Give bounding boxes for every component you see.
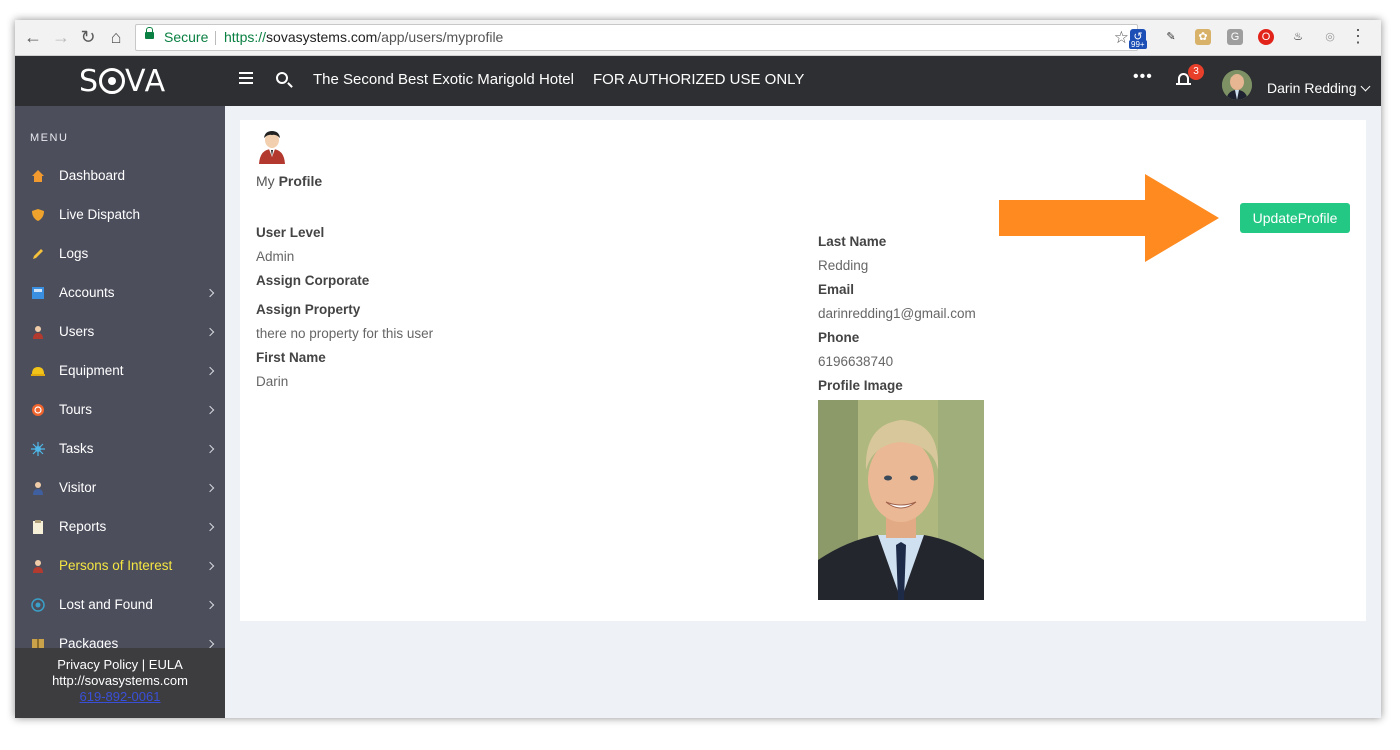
home-icon[interactable]: ⌂: [106, 27, 126, 47]
sidebar-item-dashboard[interactable]: Dashboard: [15, 157, 225, 196]
secure-label: Secure: [164, 29, 209, 45]
browser-toolbar: ← → ↻ ⌂ Secure https://sovasystems.com/a…: [15, 20, 1381, 56]
mask-icon[interactable]: ◎: [1322, 29, 1338, 45]
sidebar: MENU Dashboard Live Dispatch Logs Accoun…: [15, 106, 225, 718]
browser-menu-icon[interactable]: ⋮: [1349, 26, 1367, 46]
page-title: My Profile: [256, 173, 323, 189]
sidebar-item-live-dispatch[interactable]: Live Dispatch: [15, 196, 225, 235]
chevron-right-icon: [205, 561, 215, 571]
pencil-icon: [31, 247, 45, 261]
sidebar-item-lost-and-found[interactable]: Lost and Found: [15, 586, 225, 625]
footer-separator: |: [141, 657, 146, 672]
lock-icon: [145, 27, 154, 39]
first-name-value: Darin: [256, 374, 289, 389]
forward-icon[interactable]: →: [51, 27, 71, 47]
assign-property-label: Assign Property: [256, 302, 361, 317]
extension-badge: 99+: [1129, 40, 1147, 49]
sidebar-item-equipment[interactable]: Equipment: [15, 352, 225, 391]
phone-link[interactable]: 619-892-0061: [15, 689, 225, 705]
assign-property-value: there no property for this user: [256, 326, 434, 341]
chevron-right-icon: [205, 288, 215, 298]
user-icon: [31, 325, 45, 339]
last-name-value: Redding: [818, 258, 869, 273]
chevron-right-icon: [205, 639, 215, 649]
chevron-down-icon: [1360, 81, 1370, 92]
site-link[interactable]: http://sovasystems.com: [15, 673, 225, 689]
shield-icon: [31, 208, 45, 222]
sidebar-item-tours[interactable]: Tours: [15, 391, 225, 430]
menu-title: MENU: [30, 132, 69, 144]
browser-window: ← → ↻ ⌂ Secure https://sovasystems.com/a…: [15, 20, 1381, 718]
bookmark-star-icon[interactable]: ☆: [1114, 25, 1129, 50]
notification-badge: 3: [1188, 64, 1204, 80]
visitor-icon: [31, 481, 45, 495]
profile-image-label: Profile Image: [818, 378, 903, 393]
eula-link[interactable]: EULA: [149, 657, 183, 672]
home-icon: [31, 169, 45, 183]
more-options-icon[interactable]: •••: [1133, 68, 1153, 86]
profile-image: [818, 400, 984, 600]
property-name: The Second Best Exotic Marigold Hotel: [313, 71, 574, 88]
app-header: S VA The Second Best Exotic Marigold Hote…: [15, 56, 1381, 106]
target-icon: [31, 598, 45, 612]
tasks-icon: [31, 442, 45, 456]
assign-corporate-label: Assign Corporate: [256, 273, 370, 288]
flame-icon[interactable]: ♨: [1290, 29, 1306, 45]
authorized-notice: FOR AUTHORIZED USE ONLY: [593, 71, 805, 88]
sidebar-item-accounts[interactable]: Accounts: [15, 274, 225, 313]
email-value: darinredding1@gmail.com: [818, 306, 976, 321]
eye-icon: [99, 68, 126, 94]
privacy-policy-link[interactable]: Privacy Policy: [57, 657, 138, 672]
chevron-right-icon: [205, 522, 215, 532]
sidebar-item-users[interactable]: Users: [15, 313, 225, 352]
eyedropper-icon[interactable]: ✎: [1163, 29, 1179, 45]
helmet-icon: [31, 364, 45, 378]
reload-icon[interactable]: ↻: [78, 27, 98, 47]
menu-toggle-icon[interactable]: [239, 72, 253, 84]
user-level-label: User Level: [256, 225, 325, 240]
sova-logo[interactable]: S VA: [79, 64, 166, 99]
back-icon[interactable]: ←: [23, 27, 43, 47]
sidebar-footer: Privacy Policy | EULA http://sovasystems…: [15, 648, 225, 718]
compass-icon: [31, 403, 45, 417]
person-icon: [31, 559, 45, 573]
user-level-value: Admin: [256, 249, 295, 264]
chevron-right-icon: [205, 405, 215, 415]
divider: [215, 31, 216, 45]
chevron-right-icon: [205, 600, 215, 610]
address-bar[interactable]: Secure https://sovasystems.com/app/users…: [135, 24, 1138, 51]
search-icon[interactable]: [276, 72, 288, 84]
phone-value: 6196638740: [818, 354, 894, 369]
annotation-arrow: [999, 174, 1219, 262]
sidebar-item-logs[interactable]: Logs: [15, 235, 225, 274]
last-name-label: Last Name: [818, 234, 887, 249]
url-text: https://sovasystems.com/app/users/myprof…: [224, 29, 504, 45]
accounts-icon: [31, 286, 45, 300]
cookie-icon[interactable]: ✿: [1195, 29, 1211, 45]
opera-icon[interactable]: O: [1258, 29, 1274, 45]
clipboard-icon: [31, 520, 45, 534]
chevron-right-icon: [205, 444, 215, 454]
user-menu[interactable]: Darin Redding: [1267, 80, 1370, 96]
chevron-right-icon: [205, 483, 215, 493]
update-profile-button[interactable]: UpdateProfile: [1240, 203, 1350, 233]
chevron-right-icon: [205, 366, 215, 376]
chevron-right-icon: [205, 327, 215, 337]
sidebar-item-visitor[interactable]: Visitor: [15, 469, 225, 508]
g-extension-icon[interactable]: G: [1227, 29, 1243, 45]
sidebar-item-tasks[interactable]: Tasks: [15, 430, 225, 469]
phone-label: Phone: [818, 330, 860, 345]
avatar[interactable]: [1222, 70, 1252, 100]
profile-user-icon: [258, 130, 286, 164]
bell-icon[interactable]: [1176, 73, 1191, 85]
first-name-label: First Name: [256, 350, 326, 365]
email-label: Email: [818, 282, 855, 297]
sidebar-item-persons-of-interest[interactable]: Persons of Interest: [15, 547, 225, 586]
sidebar-item-reports[interactable]: Reports: [15, 508, 225, 547]
